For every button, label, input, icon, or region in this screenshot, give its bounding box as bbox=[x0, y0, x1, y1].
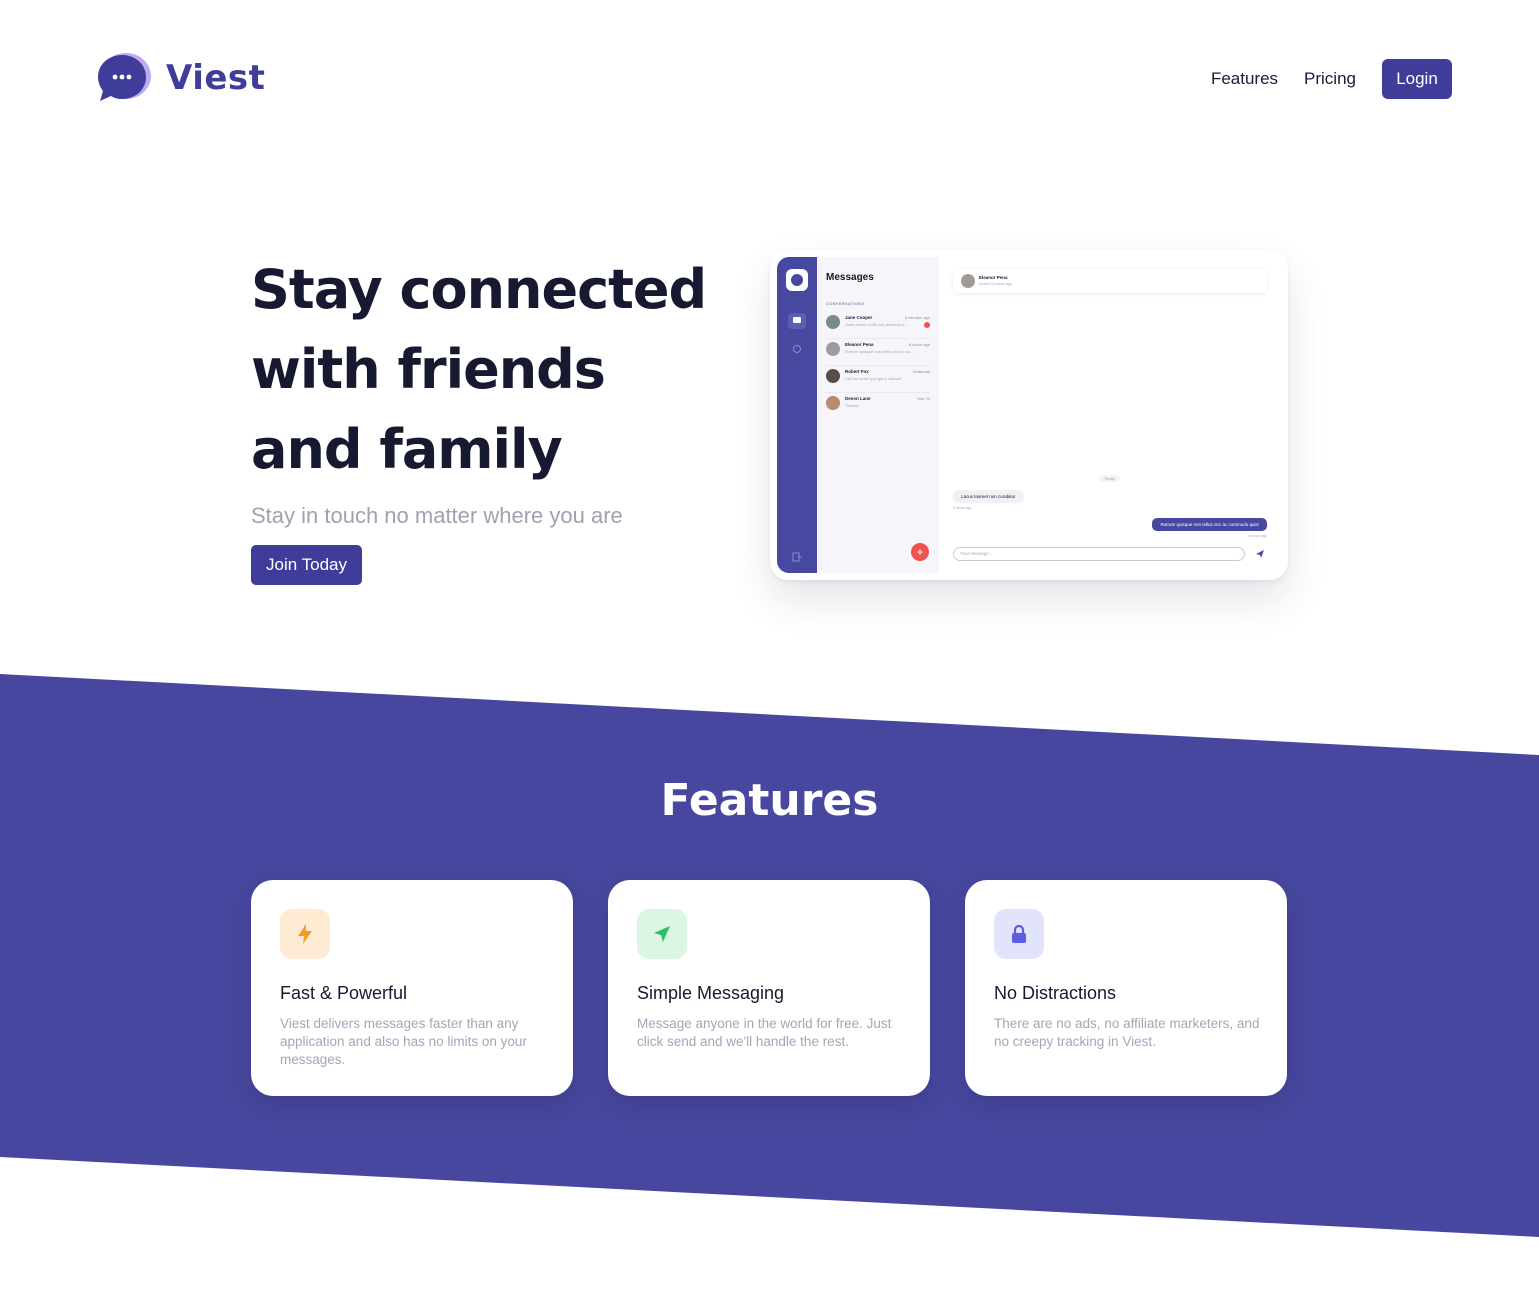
mockup-send-icon bbox=[1253, 547, 1267, 561]
mockup-new-chat-plus-icon: + bbox=[911, 543, 929, 561]
chat-bubble-logo-icon bbox=[96, 50, 152, 106]
lock-icon bbox=[994, 909, 1044, 959]
conversation-preview: Thanks! bbox=[845, 403, 860, 408]
feature-description: There are no ads, no affiliate marketers… bbox=[994, 1016, 1260, 1049]
mockup-conversation-list: Messages CONVERSATIONS Jane Cooper Amet … bbox=[817, 257, 939, 573]
avatar bbox=[826, 396, 840, 410]
feature-title: No Distractions bbox=[994, 983, 1117, 1003]
mockup-message-input: Your message... bbox=[953, 547, 1245, 561]
login-button[interactable]: Login bbox=[1382, 59, 1452, 99]
mockup-chat-panel: Eleanor Pena Active 5 hours ago Today La… bbox=[939, 257, 1281, 573]
conversation-time: 8 hours ago bbox=[908, 342, 930, 347]
paper-plane-icon bbox=[637, 909, 687, 959]
incoming-message-time: 8 hours ago bbox=[953, 506, 972, 510]
feature-title: Simple Messaging bbox=[637, 983, 785, 1003]
mockup-chat-icon bbox=[788, 313, 806, 329]
nav-link-features[interactable]: Features bbox=[1211, 69, 1278, 89]
avatar bbox=[826, 315, 840, 329]
mockup-logo-icon bbox=[786, 269, 808, 291]
hero-title: Stay connected with friends and family bbox=[251, 258, 707, 481]
mockup-messages-title: Messages bbox=[826, 272, 874, 283]
mockup-logout-icon bbox=[788, 549, 806, 565]
feature-card-no-distractions: No Distractions There are no ads, no aff… bbox=[965, 880, 1287, 1096]
mockup-conversations-label: CONVERSATIONS bbox=[826, 301, 865, 306]
incoming-message: Lacus laoreet non curabitur bbox=[953, 490, 1024, 503]
conversation-time: Yesterday bbox=[912, 369, 930, 374]
features-band bbox=[0, 674, 1539, 1237]
avatar bbox=[826, 369, 840, 383]
conversation-name: Eleanor Pena bbox=[845, 342, 874, 347]
mockup-sidebar-rail bbox=[777, 257, 817, 573]
day-divider: Today bbox=[1099, 475, 1120, 482]
brand-name: Viest bbox=[166, 58, 266, 98]
app-mockup-image: Messages CONVERSATIONS Jane Cooper Amet … bbox=[770, 250, 1288, 580]
unread-badge bbox=[924, 322, 930, 328]
mockup-conversation-item: Eleanor Pena Rutrum quisque non tellus o… bbox=[826, 340, 930, 366]
feature-card-fast: Fast & Powerful Viest delivers messages … bbox=[251, 880, 573, 1096]
chat-header-status: Active 5 hours ago bbox=[979, 281, 1013, 286]
hero-subtitle: Stay in touch no matter where you are bbox=[251, 503, 623, 528]
mockup-conversation-item: Robert Fox Call me when you get a chance… bbox=[826, 367, 930, 393]
feature-title: Fast & Powerful bbox=[280, 983, 408, 1003]
outgoing-message: Rutrum quisque non tellus orci ac commod… bbox=[1152, 518, 1267, 531]
chat-header-name: Eleanor Pena bbox=[979, 275, 1008, 280]
outgoing-message-time: 8 hours ago bbox=[1248, 534, 1268, 538]
conversation-preview: Rutrum quisque non tellus orci ac co... bbox=[845, 349, 914, 354]
logo[interactable]: Viest bbox=[96, 50, 265, 106]
nav-links: Features Pricing Login bbox=[1211, 59, 1452, 99]
nav-link-pricing[interactable]: Pricing bbox=[1304, 69, 1356, 89]
mockup-settings-icon bbox=[788, 341, 806, 357]
join-today-button[interactable]: Join Today bbox=[251, 545, 362, 585]
conversation-preview: Amet minim mollit non deserunt u... bbox=[845, 322, 908, 327]
feature-description: Message anyone in the world for free. Ju… bbox=[637, 1016, 892, 1049]
conversation-name: Jane Cooper bbox=[845, 315, 873, 320]
top-nav: Viest Features Pricing Login bbox=[0, 0, 1539, 160]
conversation-name: Devon Lane bbox=[845, 396, 871, 401]
conversation-preview: Call me when you get a chance! bbox=[845, 376, 902, 381]
conversation-name: Robert Fox bbox=[845, 369, 869, 374]
conversation-time: 8 minutes ago bbox=[904, 315, 930, 320]
conversation-time: Mar 23 bbox=[917, 396, 930, 401]
mockup-conversation-item: Devon Lane Thanks! Mar 23 bbox=[826, 394, 930, 420]
lightning-icon bbox=[280, 909, 330, 959]
avatar bbox=[826, 342, 840, 356]
mockup-chat-header: Eleanor Pena Active 5 hours ago bbox=[953, 269, 1267, 293]
feature-description: Viest delivers messages faster than any … bbox=[280, 1016, 527, 1067]
features-title: Features bbox=[660, 775, 879, 826]
avatar bbox=[961, 274, 975, 288]
feature-card-messaging: Simple Messaging Message anyone in the w… bbox=[608, 880, 930, 1096]
mockup-conversation-item: Jane Cooper Amet minim mollit non deseru… bbox=[826, 313, 930, 339]
